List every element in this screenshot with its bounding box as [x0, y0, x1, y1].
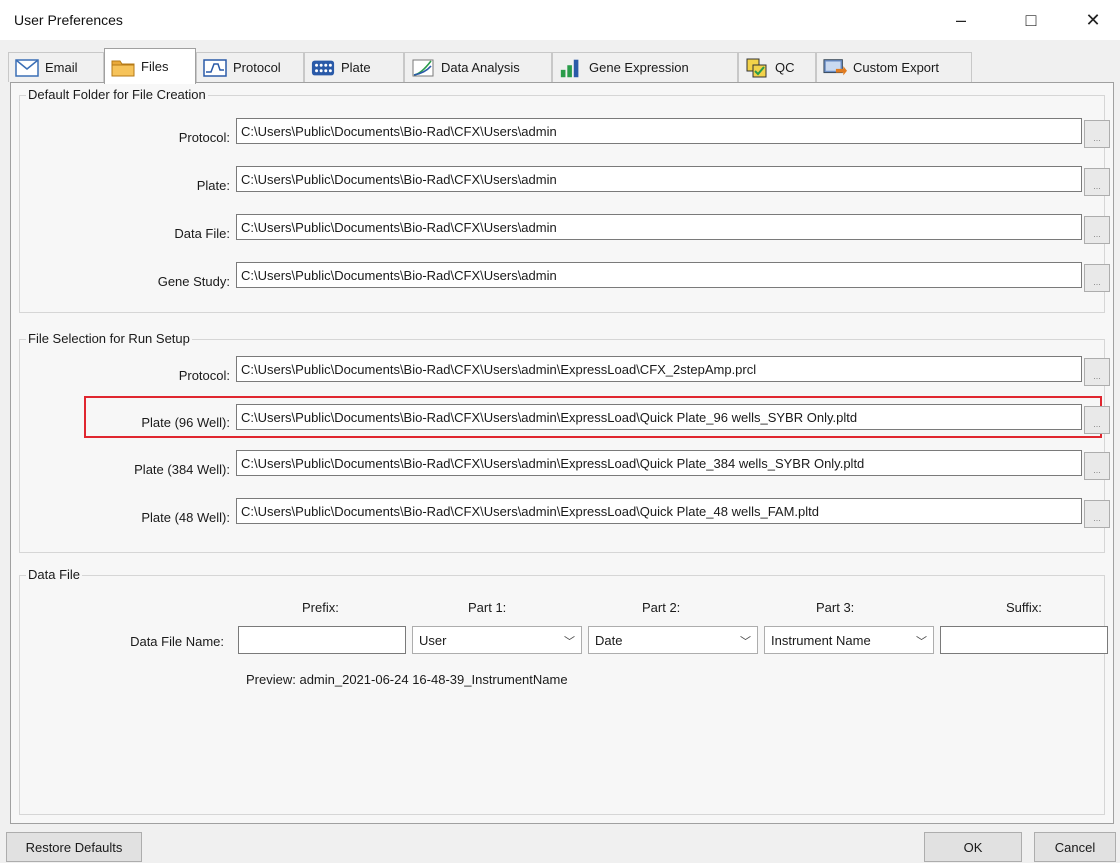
tab-files[interactable]: Files: [104, 48, 196, 84]
data-file-title: Data File: [26, 567, 83, 582]
tab-strip: Email Files Protocol Plate Data Analysis: [8, 48, 1114, 84]
part2-value: Date: [595, 632, 623, 648]
data-file-group: Data File Prefix: Part 1: Part 2: Part 3…: [19, 567, 1108, 815]
tab-gene-expression-label: Gene Expression: [589, 60, 689, 75]
tab-email[interactable]: Email: [8, 52, 104, 82]
maximize-button[interactable]: □: [1008, 0, 1054, 40]
title-bar: User Preferences – □ ✕: [0, 0, 1120, 40]
plate-96-input[interactable]: [236, 404, 1082, 430]
ok-button[interactable]: OK: [924, 832, 1022, 862]
gene-study-folder-input[interactable]: [236, 262, 1082, 288]
plate-48-label: Plate (48 Well):: [141, 510, 230, 525]
default-folder-group: Default Folder for File Creation Protoco…: [19, 87, 1110, 313]
tab-plate[interactable]: Plate: [304, 52, 404, 82]
part2-select[interactable]: Date ﹀: [588, 626, 758, 654]
tab-qc-label: QC: [775, 60, 795, 75]
envelope-icon: [15, 58, 39, 78]
plate-folder-browse-button[interactable]: ...: [1084, 168, 1110, 196]
bar-chart-icon: [559, 58, 583, 78]
plate-96-browse-button[interactable]: ...: [1084, 406, 1110, 434]
data-file-folder-browse-button[interactable]: ...: [1084, 216, 1110, 244]
plate-96-label: Plate (96 Well):: [141, 415, 230, 430]
protocol-graph-icon: [203, 58, 227, 78]
tab-files-label: Files: [141, 59, 169, 74]
window-title: User Preferences: [14, 12, 123, 28]
tab-custom-export[interactable]: Custom Export: [816, 52, 972, 82]
plate-48-input[interactable]: [236, 498, 1082, 524]
part2-header: Part 2:: [642, 600, 681, 615]
prefix-input[interactable]: [238, 626, 406, 654]
plate-grid-icon: [311, 58, 335, 78]
plate-384-label: Plate (384 Well):: [134, 462, 230, 477]
run-protocol-input[interactable]: [236, 356, 1082, 382]
qc-icon: [745, 58, 769, 78]
part3-header: Part 3:: [816, 600, 855, 615]
tab-data-analysis[interactable]: Data Analysis: [404, 52, 552, 82]
run-protocol-browse-button[interactable]: ...: [1084, 358, 1110, 386]
plate-48-browse-button[interactable]: ...: [1084, 500, 1110, 528]
plate-384-input[interactable]: [236, 450, 1082, 476]
chevron-down-icon: ﹀: [740, 636, 751, 648]
part1-header: Part 1:: [468, 600, 507, 615]
tab-custom-export-label: Custom Export: [853, 60, 939, 75]
tab-email-label: Email: [45, 60, 78, 75]
run-protocol-label: Protocol:: [178, 368, 230, 383]
plate-384-browse-button[interactable]: ...: [1084, 452, 1110, 480]
tab-protocol[interactable]: Protocol: [196, 52, 304, 82]
plate-folder-label: Plate:: [196, 178, 230, 193]
data-file-folder-label: Data File:: [174, 226, 230, 241]
folder-icon: [111, 57, 135, 77]
protocol-folder-label: Protocol:: [178, 130, 230, 145]
chevron-down-icon: ﹀: [916, 636, 927, 648]
tab-protocol-label: Protocol: [233, 60, 281, 75]
protocol-folder-browse-button[interactable]: ...: [1084, 120, 1110, 148]
run-setup-title: File Selection for Run Setup: [26, 331, 192, 346]
export-icon: [823, 58, 847, 78]
default-folder-title: Default Folder for File Creation: [26, 87, 208, 102]
data-file-folder-input[interactable]: [236, 214, 1082, 240]
plate-folder-input[interactable]: [236, 166, 1082, 192]
close-button[interactable]: ✕: [1070, 0, 1116, 40]
chevron-down-icon: ﹀: [564, 636, 575, 648]
file-name-preview: Preview: admin_2021-06-24 16-48-39_Instr…: [246, 672, 568, 687]
gene-study-folder-browse-button[interactable]: ...: [1084, 264, 1110, 292]
part3-select[interactable]: Instrument Name ﹀: [764, 626, 934, 654]
minimize-button[interactable]: –: [938, 0, 984, 40]
cancel-button[interactable]: Cancel: [1034, 832, 1116, 862]
part1-select[interactable]: User ﹀: [412, 626, 582, 654]
restore-defaults-button[interactable]: Restore Defaults: [6, 832, 142, 862]
user-preferences-window: User Preferences – □ ✕ Email Files Proto…: [0, 0, 1120, 863]
part1-value: User: [419, 632, 447, 648]
data-file-name-label: Data File Name:: [130, 634, 224, 649]
protocol-folder-input[interactable]: [236, 118, 1082, 144]
files-tab-panel: Default Folder for File Creation Protoco…: [10, 82, 1114, 824]
gene-study-folder-label: Gene Study:: [157, 274, 230, 289]
tab-qc[interactable]: QC: [738, 52, 816, 82]
suffix-input[interactable]: [940, 626, 1108, 654]
prefix-header: Prefix:: [302, 600, 339, 615]
tab-gene-expression[interactable]: Gene Expression: [552, 52, 738, 82]
tab-plate-label: Plate: [341, 60, 371, 75]
suffix-header: Suffix:: [1006, 600, 1042, 615]
run-setup-group: File Selection for Run Setup Protocol: .…: [19, 331, 1110, 553]
data-analysis-icon: [411, 58, 435, 78]
part3-value: Instrument Name: [771, 632, 871, 648]
tab-data-analysis-label: Data Analysis: [441, 60, 520, 75]
